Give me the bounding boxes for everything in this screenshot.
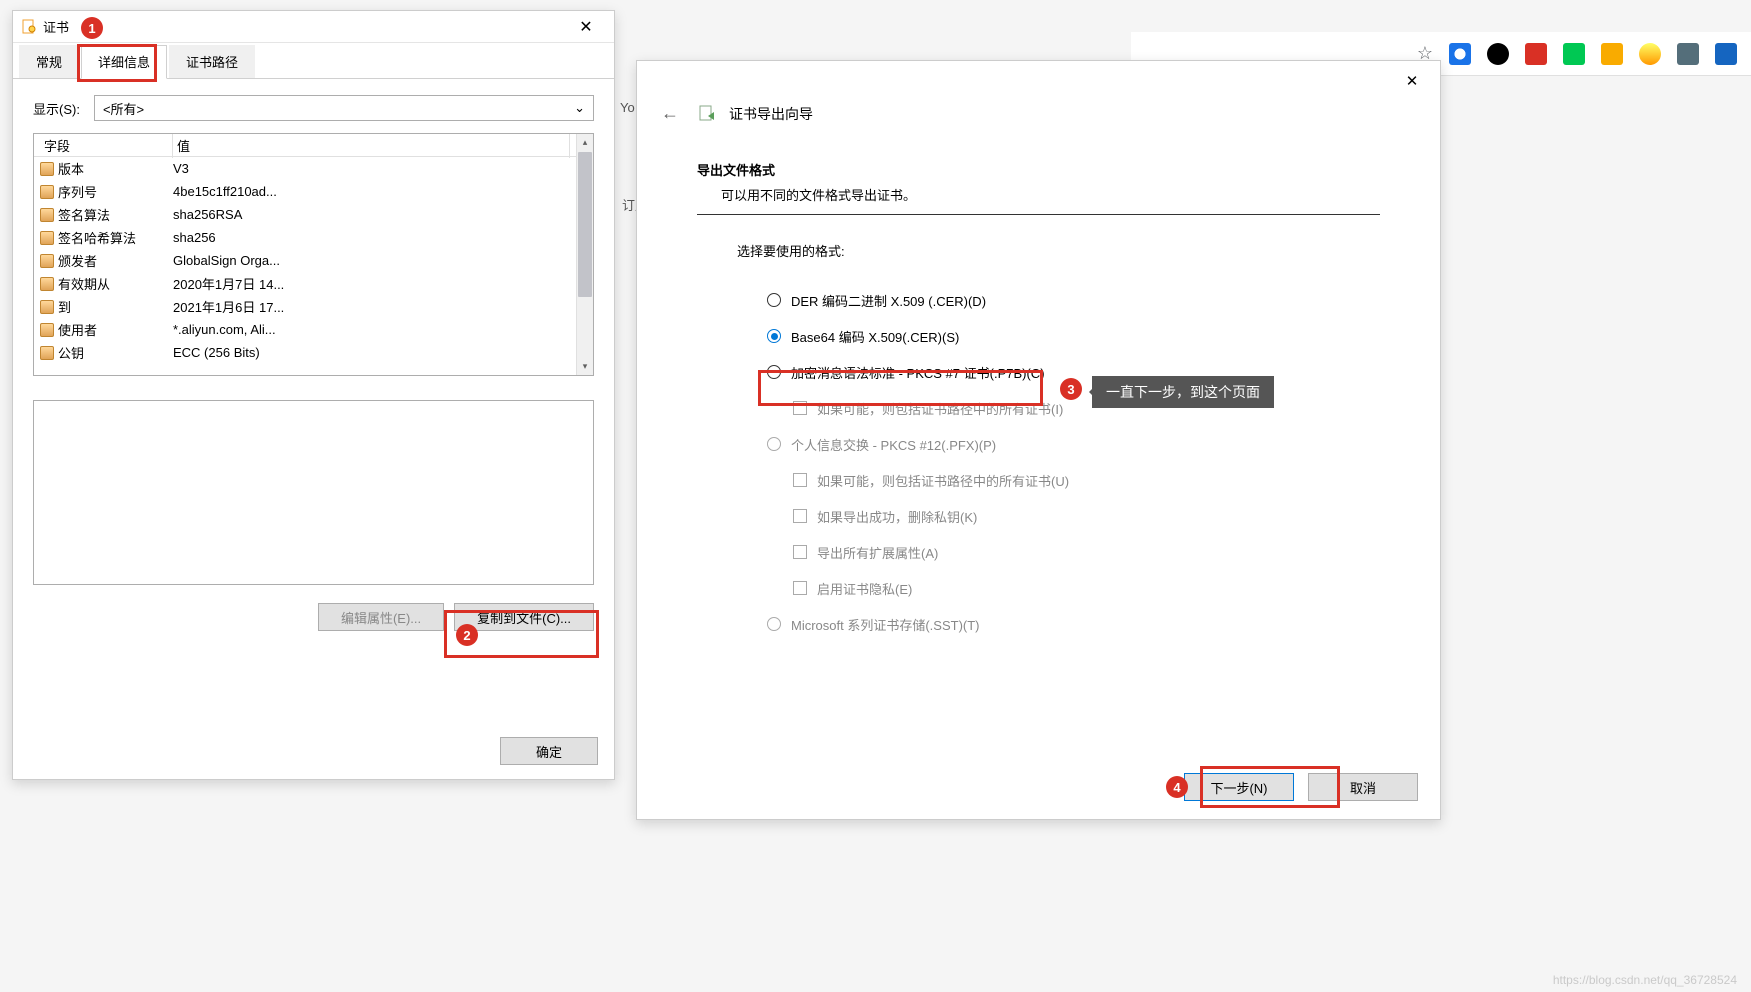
annotation-marker-1: 1 bbox=[81, 17, 103, 39]
radio-pkcs12: 个人信息交换 - PKCS #12(.PFX)(P) bbox=[767, 426, 1380, 462]
radio-der[interactable]: DER 编码二进制 X.509 (.CER)(D) bbox=[767, 282, 1380, 318]
radio-label: Base64 编码 X.509(.CER)(S) bbox=[791, 327, 959, 346]
show-select-value: <所有> bbox=[103, 99, 144, 118]
extension-icon[interactable] bbox=[1639, 43, 1661, 65]
tab-details[interactable]: 详细信息 bbox=[81, 45, 167, 79]
cancel-button[interactable]: 取消 bbox=[1308, 773, 1418, 801]
checkbox-icon bbox=[793, 509, 807, 523]
check-label: 如果可能，则包括证书路径中的所有证书(U) bbox=[817, 471, 1069, 490]
next-button[interactable]: 下一步(N) bbox=[1184, 773, 1294, 801]
checkbox-icon bbox=[793, 545, 807, 559]
table-row[interactable]: 颁发者GlobalSign Orga... bbox=[34, 249, 576, 272]
radio-label: DER 编码二进制 X.509 (.CER)(D) bbox=[791, 291, 986, 310]
table-row[interactable]: 使用者*.aliyun.com, Ali... bbox=[34, 318, 576, 341]
divider bbox=[697, 214, 1380, 215]
table-row[interactable]: 到2021年1月6日 17... bbox=[34, 295, 576, 318]
tab-general[interactable]: 常规 bbox=[19, 45, 79, 78]
check-pkcs12-privacy: 启用证书隐私(E) bbox=[767, 570, 1380, 606]
background-text: Yo bbox=[620, 100, 635, 115]
close-button[interactable]: ✕ bbox=[566, 13, 606, 41]
radio-icon bbox=[767, 329, 781, 343]
checkbox-icon bbox=[793, 401, 807, 415]
vertical-scrollbar[interactable] bbox=[576, 134, 593, 375]
radio-icon bbox=[767, 365, 781, 379]
check-pkcs12-ext: 导出所有扩展属性(A) bbox=[767, 534, 1380, 570]
tabs: 常规 详细信息 证书路径 bbox=[13, 43, 614, 79]
radio-label: 加密消息语法标准 - PKCS #7 证书(.P7B)(C) bbox=[791, 363, 1045, 382]
tab-path[interactable]: 证书路径 bbox=[169, 45, 255, 78]
back-arrow-icon[interactable]: ← bbox=[655, 103, 685, 124]
check-pkcs12-delete: 如果导出成功，删除私钥(K) bbox=[767, 498, 1380, 534]
column-value[interactable]: 值 bbox=[173, 134, 570, 158]
table-row[interactable]: 序列号4be15c1ff210ad... bbox=[34, 180, 576, 203]
annotation-marker-3: 3 bbox=[1060, 378, 1082, 400]
chevron-down-icon: ⌄ bbox=[574, 100, 585, 116]
property-icon bbox=[40, 208, 54, 222]
property-icon bbox=[40, 300, 54, 314]
table-header: 字段 值 bbox=[34, 134, 576, 157]
table-row[interactable]: 有效期从2020年1月7日 14... bbox=[34, 272, 576, 295]
check-label: 如果可能，则包括证书路径中的所有证书(I) bbox=[817, 399, 1063, 418]
scroll-thumb[interactable] bbox=[578, 152, 592, 297]
extension-icon[interactable] bbox=[1449, 43, 1471, 65]
wizard-body: 导出文件格式 可以用不同的文件格式导出证书。 选择要使用的格式: DER 编码二… bbox=[637, 142, 1440, 642]
radio-base64[interactable]: Base64 编码 X.509(.CER)(S) bbox=[767, 318, 1380, 354]
extension-icon[interactable] bbox=[1563, 43, 1585, 65]
property-icon bbox=[40, 162, 54, 176]
annotation-tooltip: 一直下一步，到这个页面 bbox=[1092, 376, 1274, 408]
window-title: 证书 bbox=[43, 17, 566, 36]
annotation-marker-2: 2 bbox=[456, 624, 478, 646]
extension-icon[interactable] bbox=[1601, 43, 1623, 65]
dialog-content: 显示(S): <所有> ⌄ 字段 值 版本V3 序列号4be15c1ff210a… bbox=[13, 79, 614, 647]
extension-icon[interactable] bbox=[1677, 43, 1699, 65]
format-label: 选择要使用的格式: bbox=[697, 241, 1380, 260]
extension-icon[interactable] bbox=[1525, 43, 1547, 65]
wizard-title: 证书导出向导 bbox=[729, 104, 813, 124]
table-row[interactable]: 签名哈希算法sha256 bbox=[34, 226, 576, 249]
check-label: 启用证书隐私(E) bbox=[817, 579, 912, 598]
value-textarea[interactable] bbox=[33, 400, 594, 585]
check-label: 如果导出成功，删除私钥(K) bbox=[817, 507, 977, 526]
annotation-marker-4: 4 bbox=[1166, 776, 1188, 798]
radio-label: 个人信息交换 - PKCS #12(.PFX)(P) bbox=[791, 435, 996, 454]
show-select[interactable]: <所有> ⌄ bbox=[94, 95, 594, 121]
property-icon bbox=[40, 277, 54, 291]
certificate-icon bbox=[21, 19, 37, 35]
export-wizard-dialog: ✕ ← 证书导出向导 导出文件格式 可以用不同的文件格式导出证书。 选择要使用的… bbox=[636, 60, 1441, 820]
checkbox-icon bbox=[793, 581, 807, 595]
property-icon bbox=[40, 323, 54, 337]
radio-icon bbox=[767, 617, 781, 631]
table-row[interactable]: 版本V3 bbox=[34, 157, 576, 180]
wizard-icon bbox=[697, 104, 717, 124]
ok-button[interactable]: 确定 bbox=[500, 737, 598, 765]
edit-properties-button: 编辑属性(E)... bbox=[318, 603, 444, 631]
show-label: 显示(S): bbox=[33, 99, 80, 118]
column-field[interactable]: 字段 bbox=[40, 134, 173, 158]
close-button[interactable]: ✕ bbox=[1392, 67, 1432, 95]
format-radio-group: DER 编码二进制 X.509 (.CER)(D) Base64 编码 X.50… bbox=[697, 282, 1380, 642]
table-row[interactable]: 签名算法sha256RSA bbox=[34, 203, 576, 226]
property-icon bbox=[40, 346, 54, 360]
extension-icon[interactable] bbox=[1715, 43, 1737, 65]
property-icon bbox=[40, 231, 54, 245]
section-title: 导出文件格式 bbox=[697, 160, 1380, 179]
wizard-header: ← 证书导出向导 bbox=[637, 61, 1440, 142]
radio-icon bbox=[767, 437, 781, 451]
properties-table: 字段 值 版本V3 序列号4be15c1ff210ad... 签名算法sha25… bbox=[33, 133, 594, 376]
section-subtitle: 可以用不同的文件格式导出证书。 bbox=[697, 185, 1380, 204]
radio-label: Microsoft 系列证书存储(.SST)(T) bbox=[791, 615, 980, 634]
check-pkcs12-include: 如果可能，则包括证书路径中的所有证书(U) bbox=[767, 462, 1380, 498]
titlebar: 证书 ✕ bbox=[13, 11, 614, 43]
radio-sst: Microsoft 系列证书存储(.SST)(T) bbox=[767, 606, 1380, 642]
checkbox-icon bbox=[793, 473, 807, 487]
table-row[interactable]: 公钥ECC (256 Bits) bbox=[34, 341, 576, 364]
property-icon bbox=[40, 254, 54, 268]
watermark: https://blog.csdn.net/qq_36728524 bbox=[1553, 973, 1737, 987]
extension-icon[interactable] bbox=[1487, 43, 1509, 65]
check-label: 导出所有扩展属性(A) bbox=[817, 543, 938, 562]
radio-icon bbox=[767, 293, 781, 307]
certificate-dialog: 证书 ✕ 常规 详细信息 证书路径 显示(S): <所有> ⌄ 字段 值 版本V… bbox=[12, 10, 615, 780]
property-icon bbox=[40, 185, 54, 199]
